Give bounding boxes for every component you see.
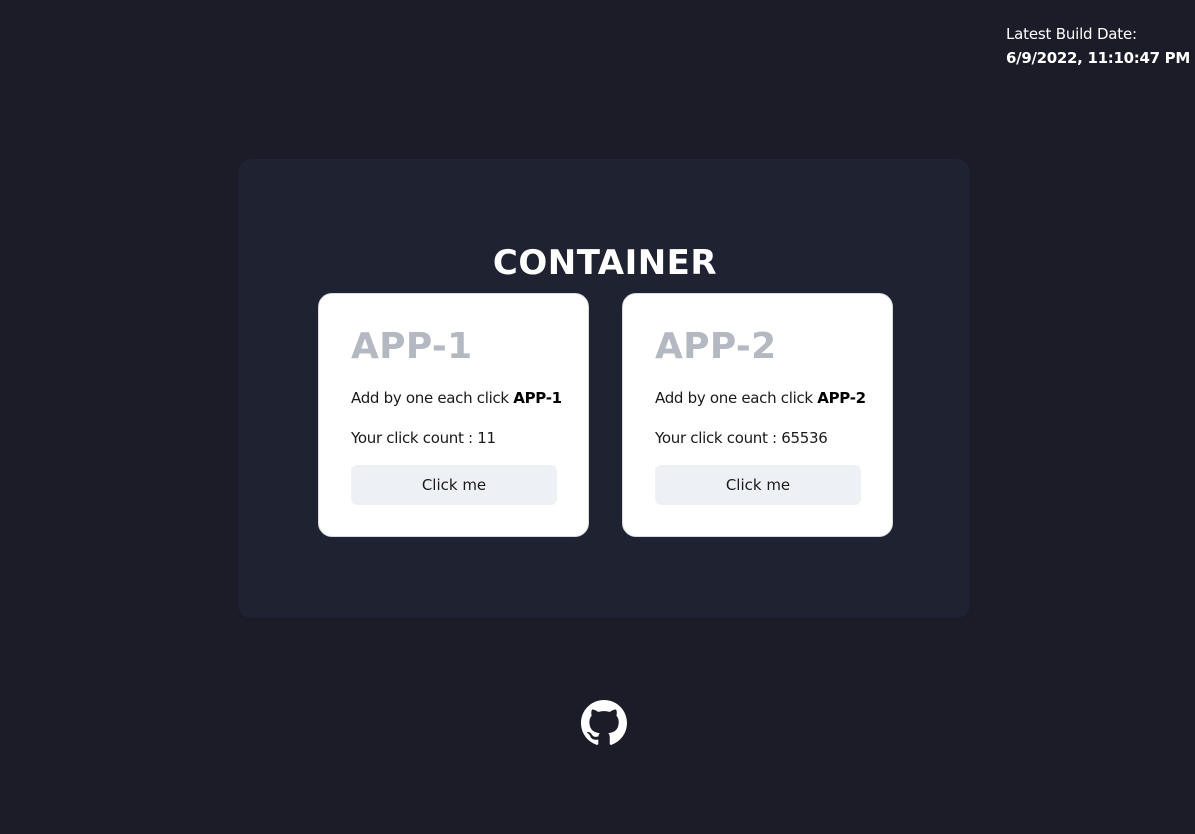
- page: Latest Build Date: 6/9/2022, 11:10:47 PM…: [0, 0, 1195, 834]
- app-description-text: Add by one each click: [351, 389, 509, 407]
- app-title: APP-1: [351, 326, 473, 367]
- app-description: Add by one each click APP-2: [655, 388, 866, 408]
- click-count: Your click count : 11: [351, 429, 496, 447]
- build-info: Latest Build Date: 6/9/2022, 11:10:47 PM: [1006, 22, 1190, 70]
- app-description-name: APP-1: [513, 389, 562, 407]
- app-description: Add by one each click APP-1: [351, 388, 562, 408]
- container-title: CONTAINER: [492, 243, 718, 283]
- github-link[interactable]: [581, 700, 627, 746]
- app-description-text: Add by one each click: [655, 389, 813, 407]
- github-icon: [581, 700, 627, 745]
- app-card-2: APP-2 Add by one each click APP-2 Your c…: [622, 293, 893, 537]
- click-me-button[interactable]: Click me: [655, 465, 861, 505]
- click-count: Your click count : 65536: [655, 429, 828, 447]
- app-card-1: APP-1 Add by one each click APP-1 Your c…: [318, 293, 589, 537]
- app-description-name: APP-2: [817, 389, 866, 407]
- container-panel: CONTAINER APP-1 Add by one each click AP…: [237, 158, 971, 619]
- app-title: APP-2: [655, 326, 777, 367]
- build-date-label: Latest Build Date:: [1006, 25, 1137, 43]
- click-me-button[interactable]: Click me: [351, 465, 557, 505]
- build-date-value: 6/9/2022, 11:10:47 PM: [1006, 49, 1190, 67]
